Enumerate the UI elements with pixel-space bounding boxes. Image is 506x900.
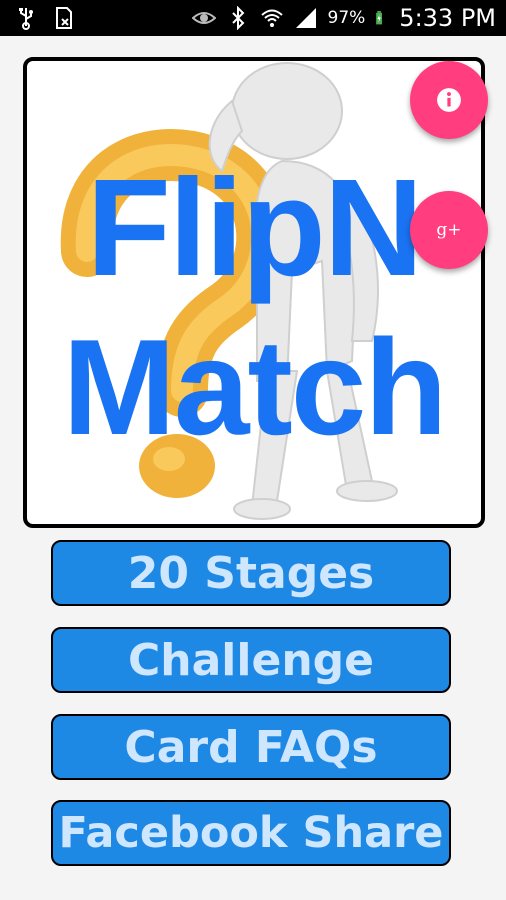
- info-button[interactable]: [410, 61, 488, 139]
- card-faqs-button[interactable]: Card FAQs: [51, 714, 451, 780]
- clock: 5:33 PM: [399, 4, 496, 32]
- hero-card: FlipN Match: [23, 57, 485, 528]
- status-bar: 97% 5:33 PM: [0, 0, 506, 36]
- google-plus-button[interactable]: g+: [410, 191, 488, 269]
- signal-icon: [295, 8, 316, 28]
- sim-card-icon: [56, 7, 72, 29]
- usb-icon: [19, 8, 33, 30]
- hero-title-line2: Match: [62, 311, 448, 463]
- bluetooth-icon: [231, 6, 244, 30]
- battery-percent: 97%: [327, 8, 366, 28]
- facebook-share-button[interactable]: Facebook Share: [51, 800, 451, 866]
- challenge-button[interactable]: Challenge: [51, 627, 451, 693]
- info-icon: [437, 88, 461, 112]
- battery-charging-icon: [376, 11, 383, 25]
- wifi-icon: [260, 9, 283, 27]
- eye-icon: [191, 12, 216, 24]
- google-plus-icon: g+: [436, 220, 462, 240]
- stages-button[interactable]: 20 Stages: [51, 540, 451, 606]
